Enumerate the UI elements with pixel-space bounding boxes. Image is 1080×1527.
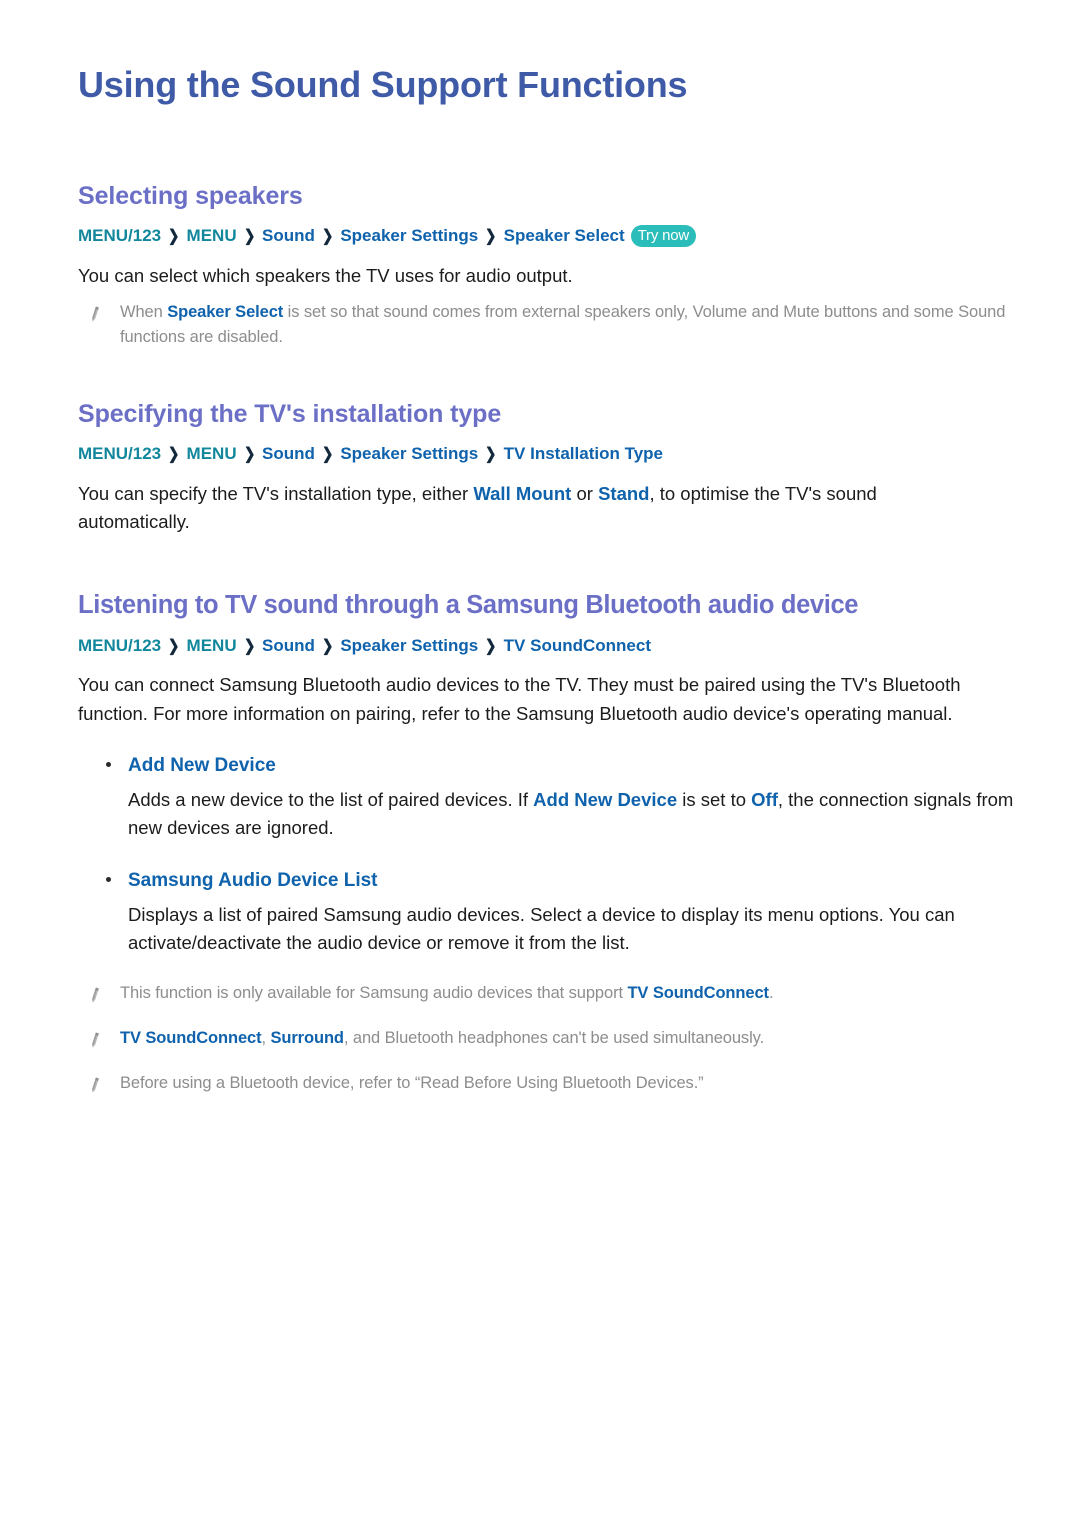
chevron-right-icon: ❯	[168, 446, 180, 464]
note-keyword-tv-soundconnect: TV SoundConnect	[120, 1029, 262, 1048]
section-paragraph: You can specify the TV's installation ty…	[78, 480, 983, 536]
bullet-desc-part-1: Displays a list of paired Samsung audio …	[128, 904, 955, 954]
section-installation-type: Specifying the TV's installation type ME…	[78, 399, 1020, 536]
section-heading: Listening to TV sound through a Samsung …	[78, 591, 859, 620]
section-paragraph: You can connect Samsung Bluetooth audio …	[78, 674, 961, 724]
bullet-desc-part-2: is set to	[677, 789, 752, 811]
chevron-right-icon: ❯	[485, 637, 497, 655]
note-text-pre: When	[120, 302, 168, 321]
breadcrumb-item-menu123[interactable]: MENU/123	[78, 444, 161, 463]
breadcrumb-item-speaker-select[interactable]: Speaker Select	[504, 226, 625, 245]
note-row: When Speaker Select is set so that sound…	[78, 300, 1020, 351]
breadcrumb-item-menu[interactable]: MENU	[187, 444, 237, 463]
bullet-dot-icon	[106, 761, 111, 767]
breadcrumb: MENU/123 ❯ MENU ❯ Sound ❯ Speaker Settings ❯ TV …	[78, 635, 1020, 658]
breadcrumb-item-menu123[interactable]: MENU/123	[78, 226, 161, 245]
paragraph-part-2: or	[571, 482, 599, 504]
breadcrumb-item-sound[interactable]: Sound	[262, 444, 315, 463]
chevron-right-icon: ❯	[243, 228, 256, 245]
breadcrumb-item-tv-soundconnect[interactable]: TV SoundConnect	[504, 636, 651, 655]
note-keyword: Speaker Select	[167, 302, 284, 321]
note-keyword-surround: Surround	[270, 1029, 344, 1048]
breadcrumb-item-speaker-settings[interactable]: Speaker Settings	[340, 226, 478, 245]
list-item: Add New Device	[78, 754, 1020, 779]
breadcrumb-item-menu[interactable]: MENU	[187, 226, 237, 245]
note-row: This function is only available for Sams…	[78, 981, 1020, 1007]
chevron-right-icon: ❯	[485, 228, 497, 245]
breadcrumb: MENU/123 ❯ MENU ❯ Sound ❯ Speaker Settings ❯ TV …	[78, 443, 1020, 466]
bullet-description: Adds a new device to the list of paired …	[128, 786, 1020, 842]
chevron-right-icon: ❯	[243, 637, 256, 655]
note-row: Before using a Bluetooth device, refer t…	[78, 1071, 1020, 1097]
section-bluetooth-audio: Listening to TV sound through a Samsung …	[78, 590, 1020, 1097]
bullet-desc-part-1: Adds a new device to the list of paired …	[128, 789, 534, 811]
note-text: Before using a Bluetooth device, refer t…	[120, 1071, 704, 1097]
chevron-right-icon: ❯	[168, 228, 180, 245]
chevron-right-icon: ❯	[321, 228, 334, 245]
manual-page: Using the Sound Support Functions Select…	[0, 0, 1080, 1527]
breadcrumb-item-sound[interactable]: Sound	[262, 636, 315, 655]
bullet-label-samsung-audio-device-list[interactable]: Samsung Audio Device List	[128, 869, 378, 894]
keyword-off: Off	[751, 789, 778, 811]
bullet-dot-icon	[106, 876, 111, 882]
pencil-icon	[84, 1075, 104, 1097]
note-keyword-tv-soundconnect: TV SoundConnect	[627, 984, 769, 1003]
note-text: This function is only available for Sams…	[120, 981, 774, 1007]
try-now-badge[interactable]: Try now	[630, 225, 697, 247]
breadcrumb-item-speaker-settings[interactable]: Speaker Settings	[340, 444, 478, 463]
page-title: Using the Sound Support Functions	[78, 64, 688, 105]
note-row: TV SoundConnect, Surround, and Bluetooth…	[78, 1026, 1020, 1052]
chevron-right-icon: ❯	[243, 446, 256, 464]
section-heading: Specifying the TV's installation type	[78, 400, 502, 429]
keyword-add-new-device: Add New Device	[533, 789, 678, 811]
list-item: Samsung Audio Device List	[78, 869, 1020, 894]
breadcrumb-item-tv-installation-type[interactable]: TV Installation Type	[504, 444, 663, 463]
keyword-wall-mount: Wall Mount	[473, 482, 572, 504]
bullet-label-add-new-device[interactable]: Add New Device	[128, 754, 276, 779]
note-text: TV SoundConnect, Surround, and Bluetooth…	[120, 1026, 764, 1052]
note-text: When Speaker Select is set so that sound…	[120, 300, 1020, 351]
note-text-post: .	[768, 984, 774, 1003]
paragraph-part-1: You can specify the TV's installation ty…	[78, 482, 474, 504]
chevron-right-icon: ❯	[321, 637, 334, 655]
chevron-right-icon: ❯	[485, 446, 497, 464]
section-selecting-speakers: Selecting speakers MENU/123 ❯ MENU ❯ Sound ❯ S…	[78, 181, 1020, 351]
pencil-icon	[84, 1030, 104, 1052]
breadcrumb-item-menu123[interactable]: MENU/123	[78, 636, 161, 655]
breadcrumb: MENU/123 ❯ MENU ❯ Sound ❯ Speaker Settings ❯ Spe…	[78, 225, 1020, 248]
chevron-right-icon: ❯	[168, 637, 180, 655]
breadcrumb-item-menu[interactable]: MENU	[187, 636, 237, 655]
breadcrumb-item-speaker-settings[interactable]: Speaker Settings	[340, 636, 478, 655]
pencil-icon	[84, 985, 104, 1007]
keyword-stand: Stand	[598, 482, 650, 504]
section-paragraph: You can select which speakers the TV use…	[78, 264, 573, 286]
bullet-description: Displays a list of paired Samsung audio …	[128, 901, 1020, 957]
chevron-right-icon: ❯	[321, 446, 334, 464]
note-text-pre: This function is only available for Sams…	[120, 984, 628, 1003]
note-text-pre: Before using a Bluetooth device, refer t…	[120, 1074, 704, 1093]
note-text-post: , and Bluetooth headphones can't be used…	[343, 1029, 765, 1048]
pencil-icon	[84, 304, 104, 326]
section-heading: Selecting speakers	[78, 182, 303, 210]
breadcrumb-item-sound[interactable]: Sound	[262, 226, 315, 245]
